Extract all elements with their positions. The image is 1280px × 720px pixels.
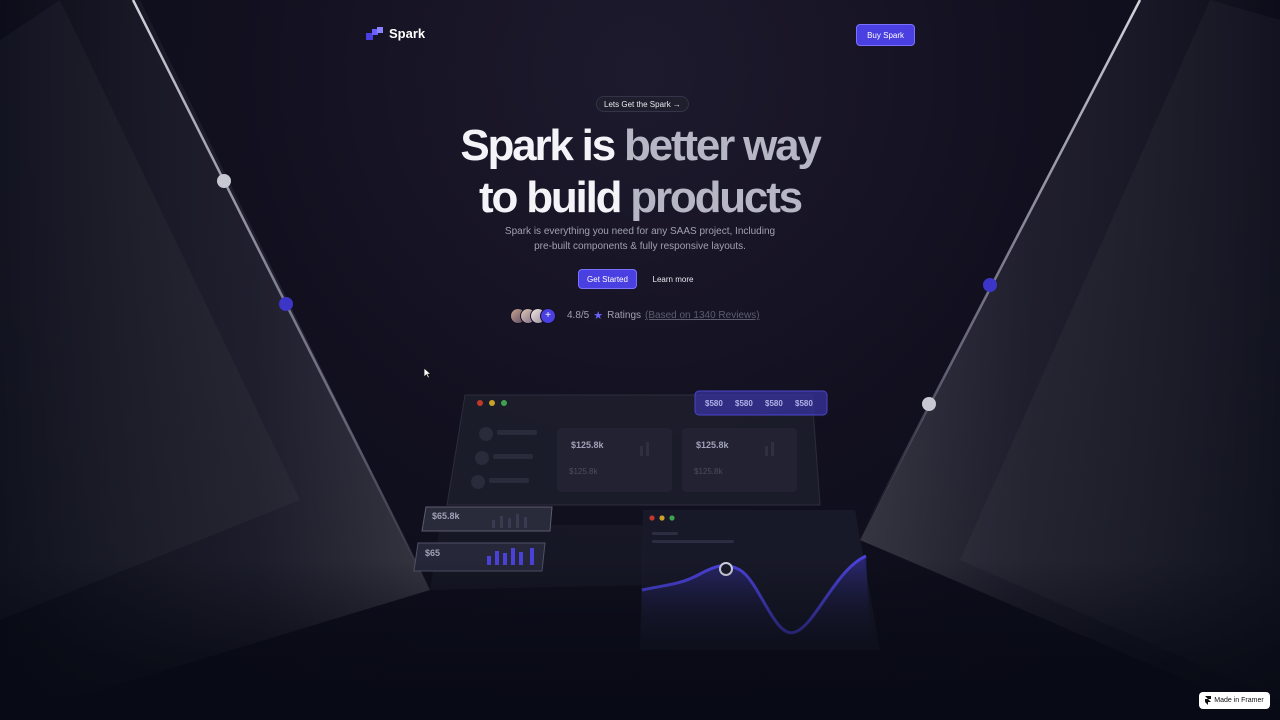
reviews-link[interactable]: (Based on 1340 Reviews) (645, 310, 760, 321)
framer-icon (1205, 696, 1212, 705)
stat-card (557, 428, 672, 492)
stat-value-faded: $125.8k (569, 467, 598, 476)
window-minimize-dot (489, 400, 495, 406)
top-nav: Spark Buy Spark (366, 24, 915, 46)
subtitle-line: pre-built components & fully responsive … (534, 241, 746, 252)
ratings-row: + 4.8/5 ★ Ratings (Based on 1340 Reviews… (510, 306, 760, 325)
stat-value: $125.8k (696, 440, 730, 450)
stat-value-faded: $125.8k (694, 467, 723, 476)
avatar-group: + (510, 307, 556, 324)
learn-more-button[interactable]: Learn more (644, 269, 702, 289)
brand-name: Spark (389, 26, 426, 41)
window-maximize-dot (501, 400, 507, 406)
hero-heading-part: better way (613, 121, 822, 170)
mouse-cursor-icon (423, 367, 432, 379)
stat-value: $125.8k (571, 440, 605, 450)
made-in-framer-badge[interactable]: Made in Framer (1199, 692, 1270, 709)
stat-card (682, 428, 797, 492)
announcement-pill[interactable]: Lets Get the Spark → (596, 96, 689, 112)
star-icon: ★ (593, 310, 604, 322)
price-chip: $580 (705, 399, 723, 408)
dashboard-preview: $125.8k $125.8k $125.8k $125.8k $580 $58… (413, 390, 880, 650)
window-close-dot (649, 515, 655, 521)
price-chip: $580 (795, 399, 813, 408)
spark-logo-icon (366, 26, 383, 40)
hero-subtitle: Spark is everything you need for any SAA… (0, 224, 1280, 254)
rating-label: Ratings (607, 310, 642, 321)
price-chip: $580 (765, 399, 783, 408)
window-close-dot (477, 400, 483, 406)
placeholder-line (652, 540, 734, 543)
mini-card-value: $65 (425, 548, 440, 558)
hero-heading-part: products (620, 173, 803, 222)
hero-heading-part: to build (479, 173, 622, 222)
avatar-more: + (540, 307, 556, 324)
rating-score: 4.8/5 (567, 310, 590, 321)
brand-logo[interactable]: Spark (366, 26, 425, 41)
chart-marker (719, 562, 733, 576)
window-minimize-dot (659, 515, 665, 521)
hero-heading-part: Spark is (460, 121, 616, 170)
rating-text: 4.8/5 ★ Ratings (Based on 1340 Reviews) (567, 309, 760, 322)
price-chip: $580 (735, 399, 753, 408)
placeholder-line (652, 532, 678, 535)
mini-card-value: $65.8k (432, 511, 461, 521)
badge-label: Made in Framer (1214, 697, 1264, 704)
buy-spark-button[interactable]: Buy Spark (856, 24, 915, 46)
hero-heading: Spark is better way to build products (0, 120, 1280, 224)
get-started-button[interactable]: Get Started (578, 269, 637, 289)
window-maximize-dot (669, 515, 675, 521)
subtitle-line: Spark is everything you need for any SAA… (504, 226, 776, 237)
